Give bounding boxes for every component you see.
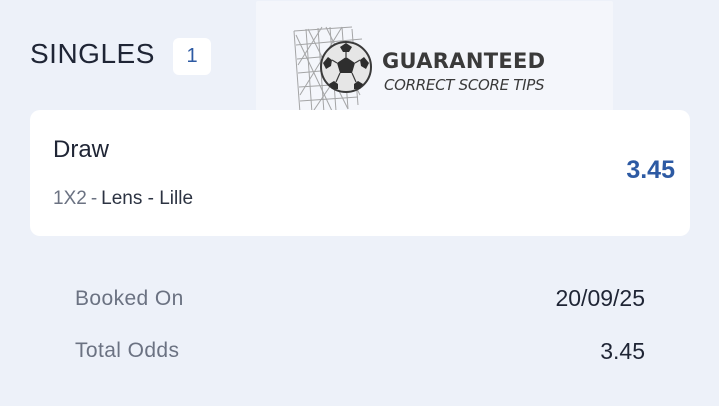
- total-odds-label: Total Odds: [75, 339, 180, 362]
- market-line: 1X2- Lens - Lille: [53, 188, 193, 210]
- banner-subline: CORRECT SCORE TIPS: [384, 76, 545, 94]
- selection-odds: 3.45: [626, 156, 675, 184]
- market-separator: -: [90, 188, 98, 209]
- booked-on-label: Booked On: [75, 287, 184, 310]
- selection-count-badge: 1: [173, 38, 211, 75]
- total-odds-value: 3.45: [600, 338, 645, 364]
- booked-on-value: 20/09/25: [555, 285, 645, 311]
- promo-banner[interactable]: GUARANTEED CORRECT SCORE TIPS: [256, 1, 613, 111]
- selection-name: Draw: [53, 136, 110, 163]
- selection-card[interactable]: Draw 1X2- Lens - Lille 3.45: [30, 110, 690, 236]
- soccer-ball-icon: [320, 41, 372, 93]
- banner-headline: GUARANTEED: [382, 49, 546, 73]
- section-title: SINGLES: [30, 38, 155, 69]
- match-name: Lens - Lille: [101, 188, 194, 209]
- market-type: 1X2: [53, 188, 87, 209]
